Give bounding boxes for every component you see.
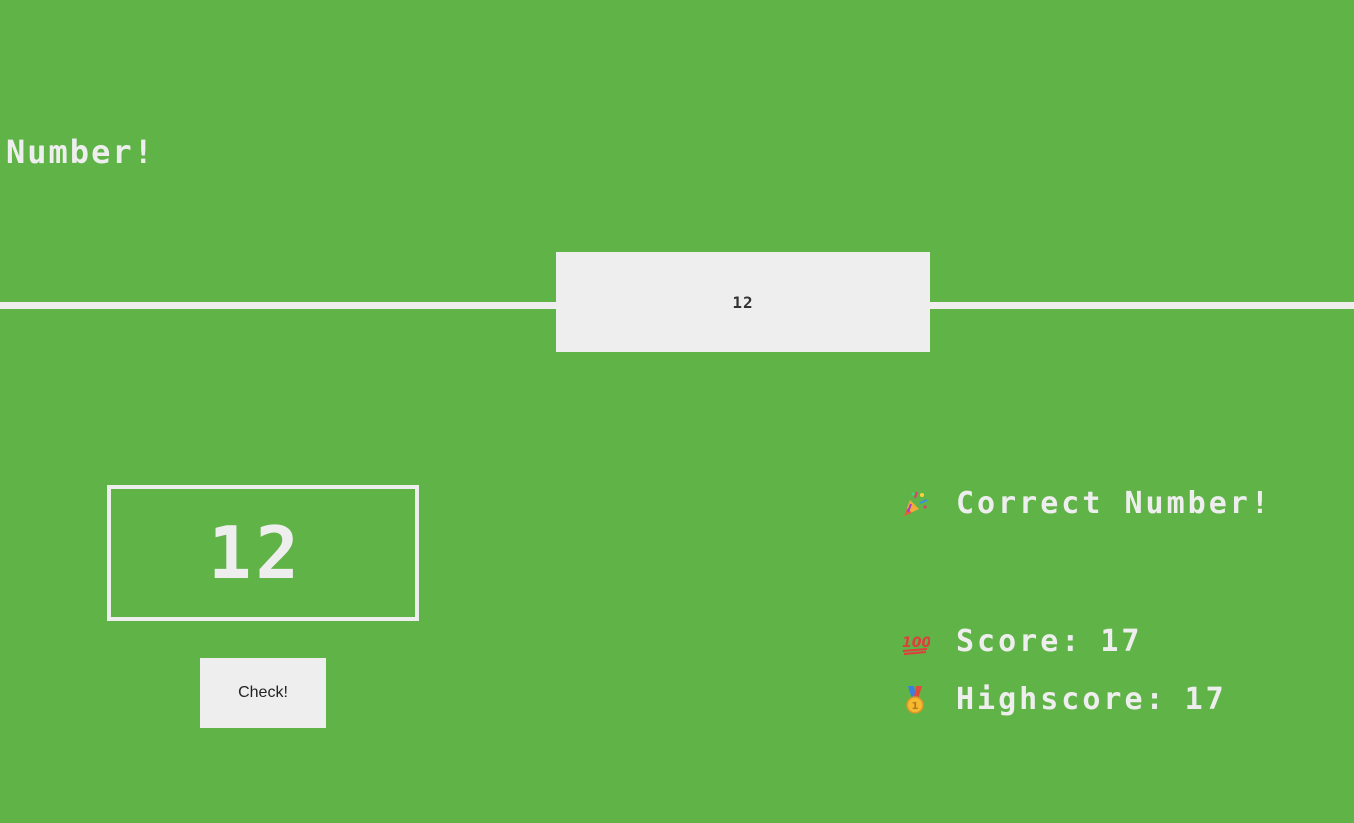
medal-icon: 1 xyxy=(906,685,924,714)
svg-text:1: 1 xyxy=(912,701,919,712)
message-row: Correct Number! xyxy=(900,486,1272,521)
secret-number-box: 12 xyxy=(556,252,930,352)
page-title: Number! xyxy=(6,133,155,171)
score-value: 17 xyxy=(1100,624,1143,659)
highscore-value: 17 xyxy=(1184,682,1227,717)
hundred-points-icon: 100 xyxy=(902,635,930,655)
score-label: Score: xyxy=(956,624,1083,659)
check-button[interactable]: Check! xyxy=(200,658,326,728)
party-popper-icon xyxy=(904,491,928,516)
guess-input[interactable] xyxy=(107,485,419,621)
highscore-row: 1 Highscore: 17 xyxy=(900,682,1227,717)
secret-number: 12 xyxy=(732,292,754,312)
score-row: 100 Score: 17 xyxy=(900,624,1143,659)
result-message: Correct Number! xyxy=(956,486,1272,521)
highscore-label: Highscore: xyxy=(956,682,1167,717)
